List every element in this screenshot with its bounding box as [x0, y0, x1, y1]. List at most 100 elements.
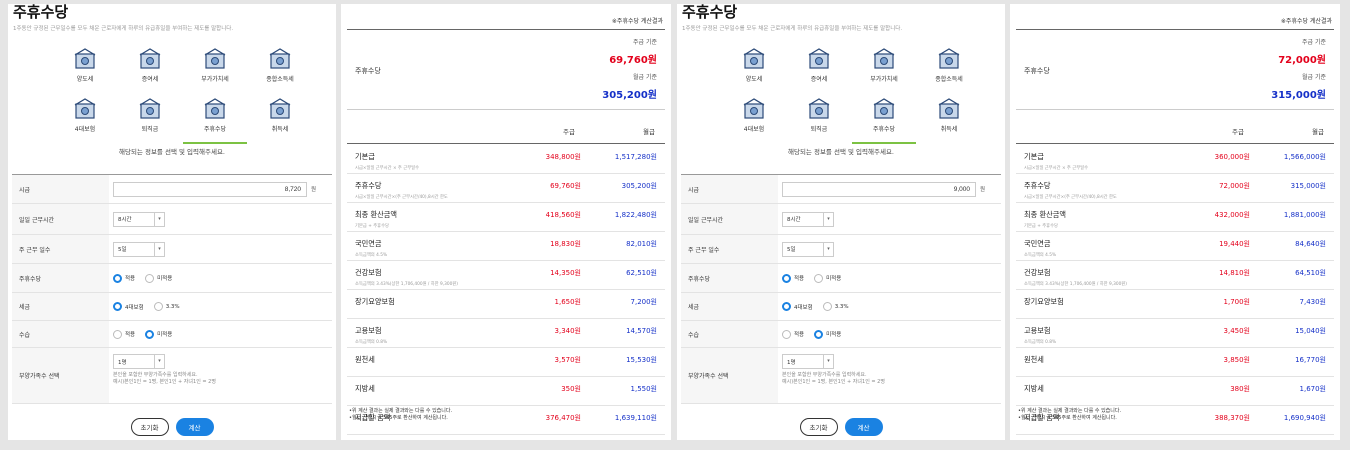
radio-icon — [782, 273, 791, 283]
intern-opt-0[interactable]: 적용 — [782, 329, 804, 339]
hourly-wage-input[interactable] — [782, 181, 976, 197]
nav-tile-5[interactable]: 퇴직금 — [118, 96, 182, 133]
building-icon — [267, 46, 293, 72]
weekly-amount: 3,340원 — [554, 327, 581, 335]
intern-opt-1[interactable]: 미적용 — [814, 329, 841, 339]
calculator-form-2: 주휴수당 1주동안 규정된 근무일수를 모두 채운 근로자에게 하루의 유급휴일… — [677, 4, 1005, 440]
nav-tile-2[interactable]: 부가가치세 — [852, 46, 916, 83]
tax-opt-0[interactable]: 4대보험 — [782, 302, 813, 311]
item-name: 기본급 — [355, 152, 375, 161]
nav-tile-label: 퇴직금 — [810, 126, 828, 133]
item-name: 지방세 — [1024, 384, 1044, 393]
result-list: 기본급 시급×일일 근무시간 × 주 근무일수 360,000원 1,566,0… — [1016, 145, 1334, 435]
result-summary: 주휴수당 주급 기준 72,000원 월급 기준 315,000원 — [1016, 29, 1334, 109]
result-columns: 주급 월급 — [1016, 109, 1334, 144]
field-label: 주휴수당 — [12, 264, 109, 292]
monthly-amount: 1,639,110원 — [614, 414, 657, 422]
col-monthly: 월급 — [1312, 128, 1324, 136]
tax-opt-1[interactable]: 3.3% — [822, 302, 849, 311]
nav-tile-6[interactable]: 주휴수당 — [183, 96, 247, 144]
daily-hours-select[interactable]: 8시간 ▾ — [113, 211, 165, 227]
result-footnote: •위 계산 결과는 실제 결과와는 다를 수 있습니다. •월급 선택시 4.34… — [1018, 408, 1122, 421]
building-icon — [936, 46, 962, 72]
hourly-wage-input[interactable] — [113, 181, 307, 197]
daily-hours-select[interactable]: 8시간 ▾ — [782, 211, 834, 227]
wallet-icon — [871, 96, 897, 122]
field-label: 수습 — [681, 321, 778, 347]
reset-button[interactable]: 초기화 — [130, 418, 169, 436]
item-desc: 소득금액의 4.5% — [1024, 253, 1057, 258]
allowance-opt-0[interactable]: 적용 — [782, 273, 804, 283]
nav-tile-7[interactable]: 취득세 — [248, 96, 312, 133]
nav-tile-0[interactable]: 양도세 — [722, 46, 786, 83]
work-days-select[interactable]: 5일 ▾ — [113, 241, 165, 257]
group-icon — [72, 96, 98, 122]
radio-icon — [113, 302, 122, 311]
nav-tile-label: 증여세 — [810, 76, 828, 83]
weekly-amount: 72,000원 — [1219, 182, 1250, 190]
nav-tile-4[interactable]: 4대보험 — [53, 96, 117, 133]
monthly-basis-label: 월급 기준 — [633, 74, 657, 81]
item-desc: 시급×일일 근무시간×(주 근무시간/40),8시간 한도 — [1024, 195, 1117, 200]
monthly-amount: 305,200원 — [621, 182, 657, 190]
unit-label: 원 — [980, 187, 986, 193]
house-tax-icon — [741, 46, 767, 72]
dependents-example: 예시)본인1인 = 1명, 본인1인 + 자녀1인 = 2명 — [113, 379, 216, 385]
calculate-button[interactable]: 계산 — [844, 418, 883, 436]
result-row: 최종 환산금액 기본급 + 주휴수당 418,560원 1,822,480원 — [347, 203, 665, 232]
page-title: 주휴수당 — [682, 4, 738, 21]
radio-icon — [814, 329, 824, 339]
nav-tile-6[interactable]: 주휴수당 — [852, 96, 916, 144]
radio-icon — [782, 329, 791, 339]
radio-icon — [153, 302, 163, 311]
dependents-note: 본인을 포함한 부양가족수를 입력하세요. — [782, 372, 867, 378]
nav-tile-3[interactable]: 종합소득세 — [917, 46, 981, 83]
nav-tile-1[interactable]: 증여세 — [118, 46, 182, 83]
weekly-amount: 432,000원 — [1214, 211, 1250, 219]
nav-tile-4[interactable]: 4대보험 — [722, 96, 786, 133]
calculate-button[interactable]: 계산 — [175, 418, 214, 436]
item-desc: 시급×일일 근무시간 × 주 근무일수 — [1024, 166, 1089, 171]
field-label: 일일 근무시간 — [12, 204, 109, 234]
nav-tile-0[interactable]: 양도세 — [53, 46, 117, 83]
nav-tile-2[interactable]: 부가가치세 — [183, 46, 247, 83]
allowance-opt-1[interactable]: 미적용 — [145, 273, 172, 283]
page-subtitle: 1주동안 규정된 근무일수를 모두 채운 근로자에게 하루의 유급휴일을 부여하… — [682, 26, 903, 32]
intern-opt-0[interactable]: 적용 — [113, 329, 135, 339]
weekly-amount: 376,470원 — [545, 414, 581, 422]
chevron-down-icon: ▾ — [154, 242, 164, 256]
item-name: 국민연금 — [1024, 239, 1051, 248]
allowance-opt-1[interactable]: 미적용 — [814, 273, 841, 283]
dependents-select[interactable]: 1명 ▾ — [782, 354, 834, 369]
result-row: 지방세 380원 1,670원 — [1016, 377, 1334, 406]
nav-tile-label: 양도세 — [76, 76, 94, 83]
weekly-amount: 348,800원 — [545, 153, 581, 161]
monthly-amount: 1,517,280원 — [614, 153, 657, 161]
field-label: 부양가족수 선택 — [12, 348, 109, 403]
item-desc: 시급×일일 근무시간×(주 근무시간/40),8시간 한도 — [355, 195, 448, 200]
summary-label: 주휴수당 — [355, 67, 381, 75]
dependents-select[interactable]: 1명 ▾ — [113, 354, 165, 369]
item-name: 원천세 — [355, 355, 375, 364]
work-days-select[interactable]: 5일 ▾ — [782, 241, 834, 257]
item-name: 장기요양보험 — [355, 297, 395, 306]
radio-icon — [145, 329, 155, 339]
monthly-amount: 14,570원 — [626, 327, 657, 335]
intern-opt-1[interactable]: 미적용 — [145, 329, 172, 339]
tax-opt-0[interactable]: 4대보험 — [113, 302, 144, 311]
nav-tile-3[interactable]: 종합소득세 — [248, 46, 312, 83]
vat-icon — [871, 46, 897, 72]
result-row: 주휴수당 시급×일일 근무시간×(주 근무시간/40),8시간 한도 69,76… — [347, 174, 665, 203]
allowance-opt-0[interactable]: 적용 — [113, 273, 135, 283]
nav-tile-5[interactable]: 퇴직금 — [787, 96, 851, 133]
nav-tile-7[interactable]: 취득세 — [917, 96, 981, 133]
nav-tile-1[interactable]: 증여세 — [787, 46, 851, 83]
weekly-amount: 1,650원 — [554, 298, 581, 306]
field-label: 주 근무 일수 — [12, 235, 109, 263]
nav-tile-label: 취득세 — [940, 126, 958, 133]
nav-tile-label: 종합소득세 — [266, 76, 294, 83]
tax-opt-1[interactable]: 3.3% — [153, 302, 180, 311]
reset-button[interactable]: 초기화 — [799, 418, 838, 436]
monthly-amount: 1,822,480원 — [614, 211, 657, 219]
col-monthly: 월급 — [643, 128, 655, 136]
